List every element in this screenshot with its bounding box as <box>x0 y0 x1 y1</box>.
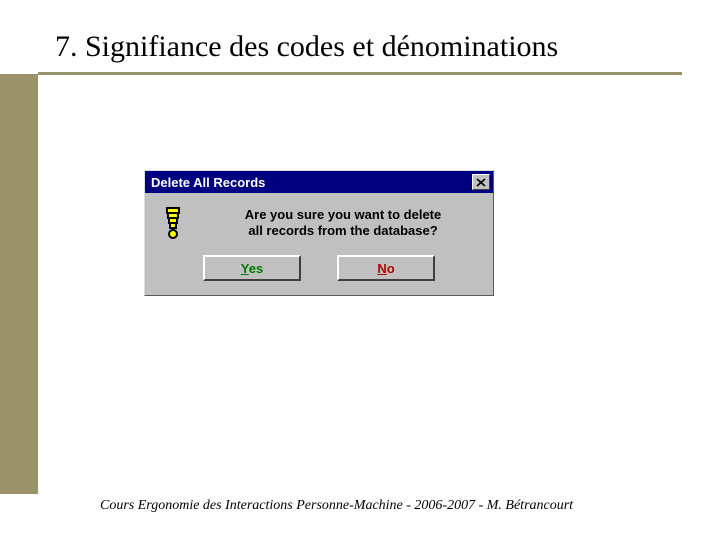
no-button[interactable]: No <box>337 255 435 281</box>
dialog-message: Are you sure you want to delete all reco… <box>203 205 483 240</box>
dialog-message-line1: Are you sure you want to delete <box>245 207 442 222</box>
yes-button[interactable]: Yes <box>203 255 301 281</box>
dialog-button-row: Yes No <box>155 255 483 281</box>
dialog-body: Are you sure you want to delete all reco… <box>145 193 493 295</box>
no-rest: o <box>387 261 395 276</box>
slide: 7. Signifiance des codes et dénomination… <box>0 0 720 540</box>
dialog-title: Delete All Records <box>151 175 265 190</box>
slide-footer: Cours Ergonomie des Interactions Personn… <box>100 498 573 514</box>
dialog-message-line2: all records from the database? <box>248 223 437 238</box>
yes-hotkey: Y <box>241 261 249 276</box>
yes-rest: es <box>249 261 263 276</box>
dialog-delete-records: Delete All Records <box>144 170 494 296</box>
left-sidebar <box>0 74 38 494</box>
dialog-content-row: Are you sure you want to delete all reco… <box>155 205 483 241</box>
no-hotkey: N <box>377 261 386 276</box>
dialog-titlebar: Delete All Records <box>145 171 493 193</box>
close-icon <box>476 178 486 187</box>
close-button[interactable] <box>472 174 490 190</box>
warning-icon <box>155 205 191 241</box>
slide-title: 7. Signifiance des codes et dénomination… <box>55 30 558 64</box>
title-underline <box>38 72 682 75</box>
